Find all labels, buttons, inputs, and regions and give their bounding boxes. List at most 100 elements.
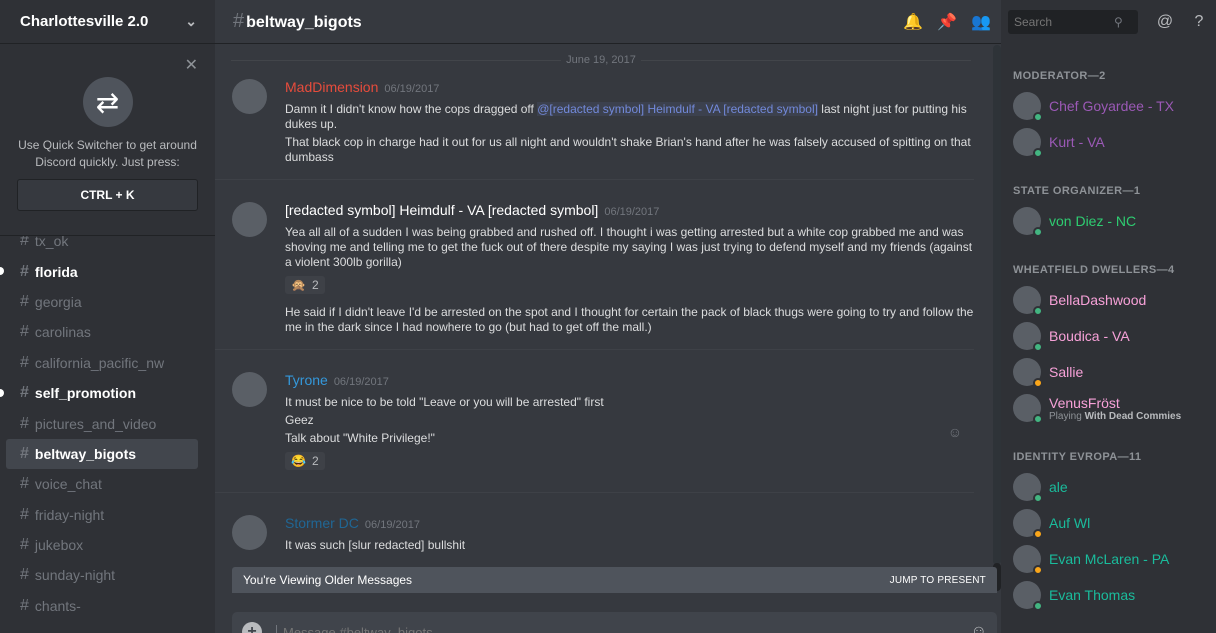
member-info: Sallie (1049, 364, 1083, 380)
channel-sidebar: Charlottesville 2.0 ⌄ ✕ ⇄ Use Quick Swit… (0, 0, 215, 633)
message-author[interactable]: [redacted symbol] Heimdulf - VA [redacte… (285, 202, 598, 218)
chat-main: # beltway_bigots June 19, 2017 MadDimensi… (215, 0, 1001, 633)
reaction-button[interactable]: 🙊 2 (285, 276, 325, 294)
member-name: Kurt - VA (1049, 134, 1105, 150)
member-name: VenusFröst (1049, 394, 1120, 411)
reaction-emoji-icon: 😂 (291, 454, 306, 468)
hash-icon: # (20, 414, 29, 432)
member-name: Evan Thomas (1049, 587, 1136, 603)
members-icon[interactable]: 👥 (964, 12, 998, 32)
message-author[interactable]: Tyrone (285, 372, 328, 388)
add-reaction-icon[interactable]: ☺ (948, 424, 962, 440)
reaction-button[interactable]: 😂 2 (285, 452, 325, 470)
chevron-down-icon[interactable]: ⌄ (185, 13, 197, 30)
member-item[interactable]: Evan McLaren - PA (1001, 541, 1216, 577)
hash-icon: # (20, 262, 29, 280)
member-section-header: MODERATOR—2 (1013, 70, 1106, 82)
member-info: von Diez - NC (1049, 213, 1136, 229)
channel-item-jukebox[interactable]: # jukebox (6, 530, 198, 560)
member-section-header: STATE ORGANIZER—1 (1013, 185, 1141, 197)
member-item[interactable]: von Diez - NC (1001, 203, 1216, 239)
emoji-picker-icon[interactable]: ☺ (971, 623, 987, 633)
status-idle-icon (1033, 378, 1043, 388)
message-body: [redacted symbol] Heimdulf - VA [redacte… (285, 202, 974, 335)
channel-item-chants-[interactable]: # chants- (6, 591, 198, 621)
quick-switcher-text: Use Quick Switcher to get around Discord… (18, 138, 197, 169)
message-list[interactable]: June 19, 2017 MadDimension 06/19/2017 Damn… (215, 45, 987, 565)
mention-icon[interactable]: @ (1148, 13, 1182, 31)
quick-switcher-shortcut-button[interactable]: CTRL + K (17, 179, 198, 211)
upload-plus-icon[interactable]: + (242, 622, 262, 633)
member-item[interactable]: Sallie (1001, 354, 1216, 390)
message-body: MadDimension 06/19/2017 Damn it I didn't k… (285, 79, 974, 165)
channel-label: voice_chat (34, 476, 102, 493)
channel-item-friday-night[interactable]: # friday-night (6, 500, 198, 530)
channel-label: sunday-night (34, 567, 116, 584)
jump-to-present-button[interactable]: JUMP TO PRESENT (890, 575, 986, 586)
channel-label: tx_ok (34, 233, 69, 250)
message-author[interactable]: Stormer DC (285, 515, 359, 531)
swap-arrows-icon: ⇄ (82, 77, 133, 127)
message-text: He said if I didn't leave I'd be arreste… (285, 305, 974, 334)
channel-label: self_promotion (34, 385, 137, 402)
avatar[interactable] (232, 515, 267, 550)
pin-icon[interactable]: 📌 (930, 12, 964, 32)
scrollbar[interactable] (993, 45, 1001, 591)
channel-item-beltway-bigots[interactable]: # beltway_bigots (6, 438, 198, 470)
server-header[interactable]: Charlottesville 2.0 ⌄ (0, 0, 215, 44)
hash-icon: # (20, 596, 29, 614)
search-icon[interactable]: ⚲ (1114, 15, 1123, 29)
hash-icon: # (20, 444, 29, 462)
close-icon[interactable]: ✕ (185, 55, 198, 75)
member-item[interactable]: BellaDashwood (1001, 282, 1216, 318)
hash-icon: # (20, 353, 29, 371)
channel-item-florida[interactable]: # florida (0, 256, 198, 286)
search-input[interactable] (1014, 15, 1114, 29)
message-header: Tyrone 06/19/2017 (285, 372, 974, 392)
message-timestamp: 06/19/2017 (384, 83, 440, 95)
member-item[interactable]: Boudica - VA (1001, 318, 1216, 354)
channel-header: # beltway_bigots (215, 0, 1001, 44)
message-input[interactable] (276, 624, 876, 633)
member-item[interactable]: VenusFröst Playing With Dead Commies (1001, 390, 1216, 426)
member-name: ale (1049, 479, 1068, 495)
channel-label: florida (34, 263, 78, 280)
avatar[interactable] (232, 79, 267, 114)
help-icon[interactable]: ? (1182, 13, 1216, 31)
status-online-icon (1033, 148, 1043, 158)
member-info: Auf Wl (1049, 515, 1090, 531)
message-text: Geez (285, 413, 314, 427)
reaction-count: 2 (311, 278, 319, 292)
search-box[interactable]: ⚲ (1008, 10, 1138, 34)
member-item[interactable]: Chef Goyardee - TX (1001, 88, 1216, 124)
message-text-part: Damn it I didn't know how the cops dragg… (285, 102, 538, 116)
member-item[interactable]: Evan Thomas (1001, 577, 1216, 613)
bell-icon[interactable]: 🔔 (896, 12, 930, 32)
member-item[interactable]: ale (1001, 469, 1216, 505)
member-item[interactable]: Auf Wl (1001, 505, 1216, 541)
channel-item-self-promotion[interactable]: # self_promotion (0, 378, 198, 408)
channel-label: friday-night (34, 506, 105, 523)
message-text: It was such [slur redacted] bullshit (285, 538, 466, 552)
avatar (1013, 394, 1043, 424)
channel-item-pictures-and-video[interactable]: # pictures_and_video (6, 408, 198, 438)
channel-item-carolinas[interactable]: # carolinas (6, 317, 198, 347)
message-timestamp: 06/19/2017 (364, 519, 420, 531)
member-item[interactable]: Kurt - VA (1001, 124, 1216, 160)
channel-item-california-pacific-nw[interactable]: # california_pacific_nw (6, 348, 198, 378)
message-author[interactable]: MadDimension (285, 79, 378, 95)
hash-icon: # (20, 475, 29, 493)
channel-item-georgia[interactable]: # georgia (6, 287, 198, 317)
message-text: Yea all all of a sudden I was being grab… (285, 225, 973, 269)
message-text: Damn it I didn't know how the cops dragg… (285, 102, 974, 132)
hash-icon: # (20, 323, 29, 341)
channel-item-voice-chat[interactable]: # voice_chat (6, 469, 198, 499)
status-idle-icon (1033, 529, 1043, 539)
avatar (1013, 358, 1043, 388)
avatar[interactable] (232, 202, 267, 237)
channel-item-sunday-night[interactable]: # sunday-night (6, 560, 198, 590)
avatar[interactable] (232, 372, 267, 407)
avatar (1013, 581, 1043, 611)
channel-list: # tx_ok # florida # georgia # carolinas # califor… (0, 226, 215, 621)
user-mention[interactable]: @[redacted symbol] Heimdulf - VA [redact… (537, 102, 818, 116)
